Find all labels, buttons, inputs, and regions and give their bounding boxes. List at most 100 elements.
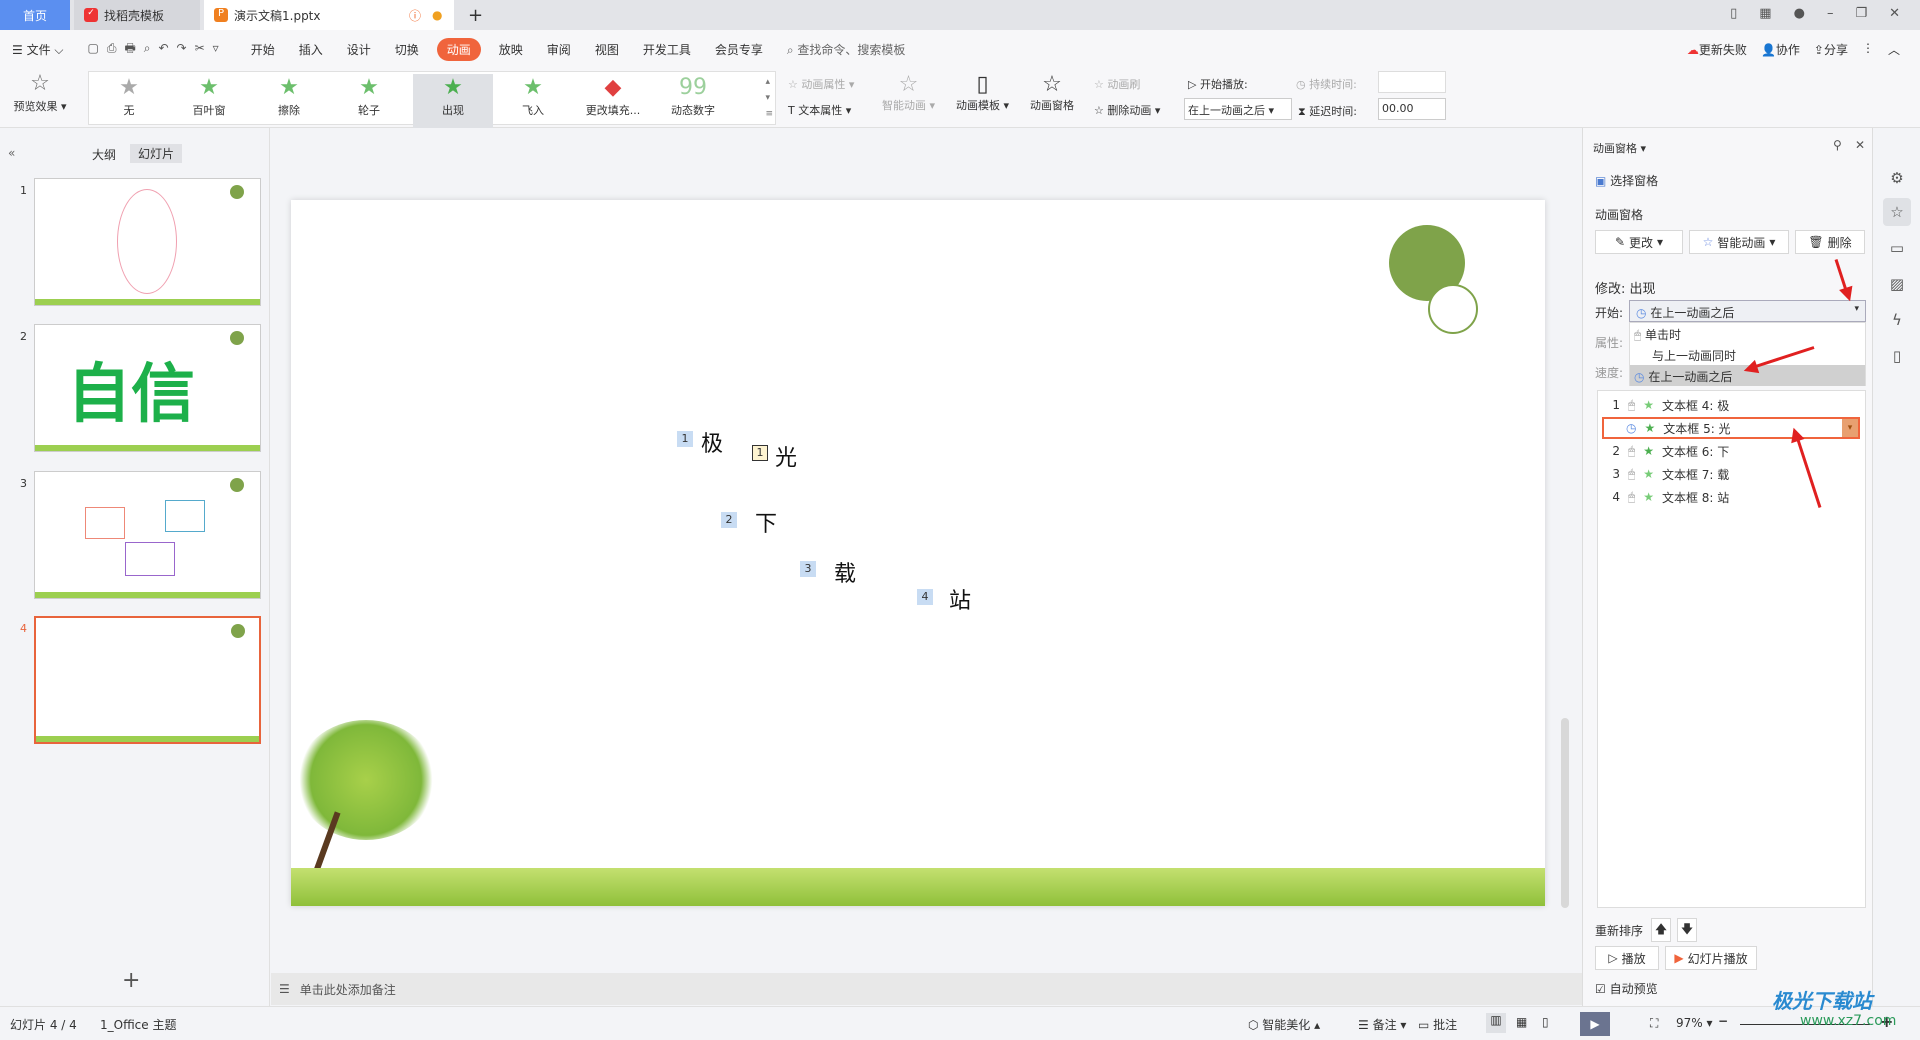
effect-dynamic-number[interactable]: 99 动态数字	[653, 74, 733, 128]
gallery-scroll[interactable]: ▴ ▾ ≡	[765, 74, 773, 122]
textbox-7[interactable]: 载	[834, 556, 856, 588]
menu-developer[interactable]: 开发工具	[643, 41, 691, 58]
quick-access-icons[interactable]: ▢⎙🖶⌕↶↷✂▿	[88, 39, 227, 60]
menu-start[interactable]: 开始	[251, 41, 275, 58]
outline-circle-shape[interactable]	[1428, 284, 1478, 334]
collab-button[interactable]: 👤协作	[1761, 41, 1800, 58]
scroll-thumb[interactable]	[1561, 718, 1569, 908]
textbox-6[interactable]: 下	[755, 506, 777, 538]
tab-home[interactable]: 首页	[0, 0, 70, 30]
avatar[interactable]: ●	[1794, 6, 1805, 21]
transition-icon[interactable]: ▭	[1883, 234, 1911, 262]
tab-outline[interactable]: 大纲	[92, 146, 116, 163]
smart-anim-button[interactable]: ☆ 智能动画 ▾	[1689, 230, 1789, 254]
select-pane-link[interactable]: ▣ 选择窗格	[1595, 172, 1658, 189]
collapse-panel-icon[interactable]: «	[8, 146, 15, 160]
effect-appear[interactable]: ★ 出现	[413, 74, 493, 128]
text-props-button[interactable]: T 文本属性 ▾	[788, 102, 851, 118]
menu-transition[interactable]: 切换	[395, 41, 419, 58]
menu-animation[interactable]: 动画	[436, 37, 481, 61]
zoom-out-button[interactable]: −	[1718, 1014, 1728, 1028]
slide-thumb-4[interactable]	[34, 616, 261, 744]
fit-icon[interactable]: ⛶	[1650, 1016, 1658, 1031]
more-icon[interactable]: ⋮	[1862, 41, 1874, 58]
share-button[interactable]: ⇪分享	[1814, 41, 1848, 58]
collapse-ribbon-icon[interactable]: ︿	[1888, 41, 1900, 58]
effect-change-fill[interactable]: ◆ 更改填充...	[573, 74, 653, 128]
search-command[interactable]: ⌕ 查找命令、搜索模板	[787, 41, 906, 58]
restore-icon[interactable]: ❐	[1855, 6, 1867, 21]
effect-none[interactable]: ★ 无	[89, 74, 169, 128]
anim-item-5[interactable]: 4 🖱 ★ 文本框 8: 站	[1606, 486, 1871, 508]
tab-document[interactable]: P 演示文稿1.pptx ⓘ ●	[204, 0, 454, 30]
pane-title[interactable]: 动画窗格 ▾	[1593, 140, 1646, 156]
notes-button[interactable]: ☰ 备注 ▾	[1358, 1016, 1406, 1033]
smart-anim-button[interactable]: ☆ 智能动画 ▾	[882, 72, 935, 113]
effect-wipe[interactable]: ★ 擦除	[249, 74, 329, 128]
anim-pane-button[interactable]: ☆ 动画窗格	[1030, 72, 1074, 113]
option-on-click[interactable]: 🖱 单击时	[1630, 323, 1865, 344]
delete-button[interactable]: 🗑 删除	[1795, 230, 1865, 254]
preview-effect-button[interactable]: ☆ 预览效果 ▾	[0, 70, 80, 124]
textbox-8[interactable]: 站	[949, 583, 971, 615]
effect-wheel[interactable]: ★ 轮子	[329, 74, 409, 128]
lightning-icon[interactable]: ϟ	[1883, 306, 1911, 334]
effect-fly-in[interactable]: ★ 飞入	[493, 74, 573, 128]
beautify-button[interactable]: ⬡ 智能美化 ▴	[1248, 1016, 1320, 1033]
item-dropdown-button[interactable]: ▾	[1842, 419, 1858, 437]
textbox-5[interactable]: 光	[775, 440, 797, 472]
play-slideshow-button[interactable]: ▶	[1580, 1012, 1610, 1036]
normal-view-icon[interactable]: ▥	[1486, 1013, 1506, 1033]
anim-item-3[interactable]: 2 🖱 ★ 文本框 6: 下	[1606, 440, 1871, 462]
anim-item-1[interactable]: 1 🖱 ★ 文本框 4: 极	[1606, 394, 1871, 416]
slide-thumb-1[interactable]	[34, 178, 261, 306]
close-icon[interactable]: ✕	[1889, 6, 1900, 21]
menu-view[interactable]: 视图	[595, 41, 619, 58]
slide-thumb-2[interactable]: 自信	[34, 324, 261, 452]
play-button[interactable]: ▷ 播放	[1595, 946, 1659, 970]
anim-item-4[interactable]: 3 🖱 ★ 文本框 7: 载	[1606, 463, 1871, 485]
animation-star-icon[interactable]: ☆	[1883, 198, 1911, 226]
anim-brush-button[interactable]: ☆ 动画刷	[1094, 76, 1140, 92]
vertical-scrollbar[interactable]	[1561, 138, 1569, 958]
anim-template-button[interactable]: ▯ 动画模板 ▾	[956, 72, 1009, 113]
menu-review[interactable]: 审阅	[547, 41, 571, 58]
comment-button[interactable]: ▭ 批注	[1418, 1016, 1457, 1033]
duration-input[interactable]	[1378, 71, 1446, 93]
sorter-view-icon[interactable]: ▦	[1516, 1015, 1527, 1029]
file-menu[interactable]: ☰ 文件 ⌵	[12, 41, 64, 58]
settings-sliders-icon[interactable]: ⚙	[1883, 164, 1911, 192]
change-button[interactable]: ✎ 更改 ▾	[1595, 230, 1683, 254]
delete-anim-button[interactable]: ☆ 删除动画 ▾	[1094, 102, 1160, 118]
beautify-icon[interactable]: ▨	[1883, 270, 1911, 298]
auto-preview-checkbox[interactable]: ☑ 自动预览	[1595, 980, 1658, 997]
tab-slides[interactable]: 幻灯片	[130, 144, 183, 163]
zoom-select[interactable]: 97% ▾	[1676, 1016, 1713, 1030]
menu-member[interactable]: 会员专享	[715, 41, 763, 58]
reading-view-icon[interactable]: ▯	[1542, 1015, 1549, 1029]
move-up-button[interactable]: 🡅	[1651, 918, 1671, 942]
slideshow-button[interactable]: ▶ 幻灯片播放	[1665, 946, 1757, 970]
book-search-icon[interactable]: ▯	[1883, 342, 1911, 370]
grid-icon[interactable]: ▦	[1759, 6, 1771, 21]
slide-thumb-3[interactable]	[34, 471, 261, 599]
pin-icon[interactable]: ⚲	[1833, 138, 1842, 152]
start-dropdown[interactable]: ◷ 在上一动画之后 ▾	[1629, 300, 1866, 322]
close-pane-icon[interactable]: ✕	[1855, 138, 1865, 152]
textbox-4[interactable]: 极	[701, 426, 723, 458]
minimize-icon[interactable]: –	[1827, 6, 1834, 21]
delay-input[interactable]: 00.00	[1378, 98, 1446, 120]
add-slide-button[interactable]: +	[122, 968, 140, 993]
layout-icon[interactable]: ▯	[1730, 6, 1737, 21]
menu-slideshow[interactable]: 放映	[499, 41, 523, 58]
move-down-button[interactable]: 🡇	[1677, 918, 1697, 942]
anim-item-2-selected[interactable]: ◷ ★ 文本框 5: 光 ▾	[1602, 417, 1860, 439]
effect-blinds[interactable]: ★ 百叶窗	[169, 74, 249, 128]
anim-props-button[interactable]: ☆ 动画属性 ▾	[788, 76, 854, 92]
new-tab-button[interactable]: +	[458, 0, 483, 30]
tab-docer[interactable]: ✓ 找稻壳模板	[74, 0, 200, 30]
notes-bar[interactable]: ☰ 单击此处添加备注	[271, 973, 1582, 1005]
start-select[interactable]: 在上一动画之后 ▾	[1184, 98, 1292, 120]
menu-design[interactable]: 设计	[347, 41, 371, 58]
update-status[interactable]: ☁更新失败	[1687, 41, 1747, 58]
